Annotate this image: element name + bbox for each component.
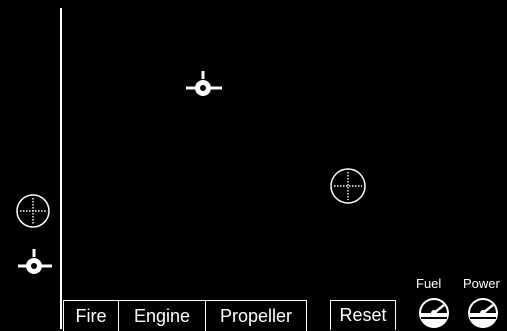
target-crosshair-icon[interactable]: [329, 167, 367, 205]
game-screen: Fire Engine Propeller Reset Fuel Power: [0, 0, 507, 331]
side-crosshair-icon: [16, 194, 50, 228]
reset-button[interactable]: Reset: [330, 300, 396, 330]
fuel-gauge-icon: [419, 298, 449, 328]
power-gauge-icon: [468, 298, 498, 328]
side-ship-icon: [18, 249, 52, 274]
enemy-ship-icon[interactable]: [185, 70, 223, 104]
panel-divider: [60, 8, 62, 329]
propeller-button[interactable]: Propeller: [206, 301, 306, 331]
fire-button[interactable]: Fire: [64, 301, 119, 331]
power-label: Power: [463, 276, 500, 291]
engine-button[interactable]: Engine: [119, 301, 206, 331]
fuel-label: Fuel: [416, 276, 442, 291]
control-bar: Fire Engine Propeller: [63, 300, 307, 331]
